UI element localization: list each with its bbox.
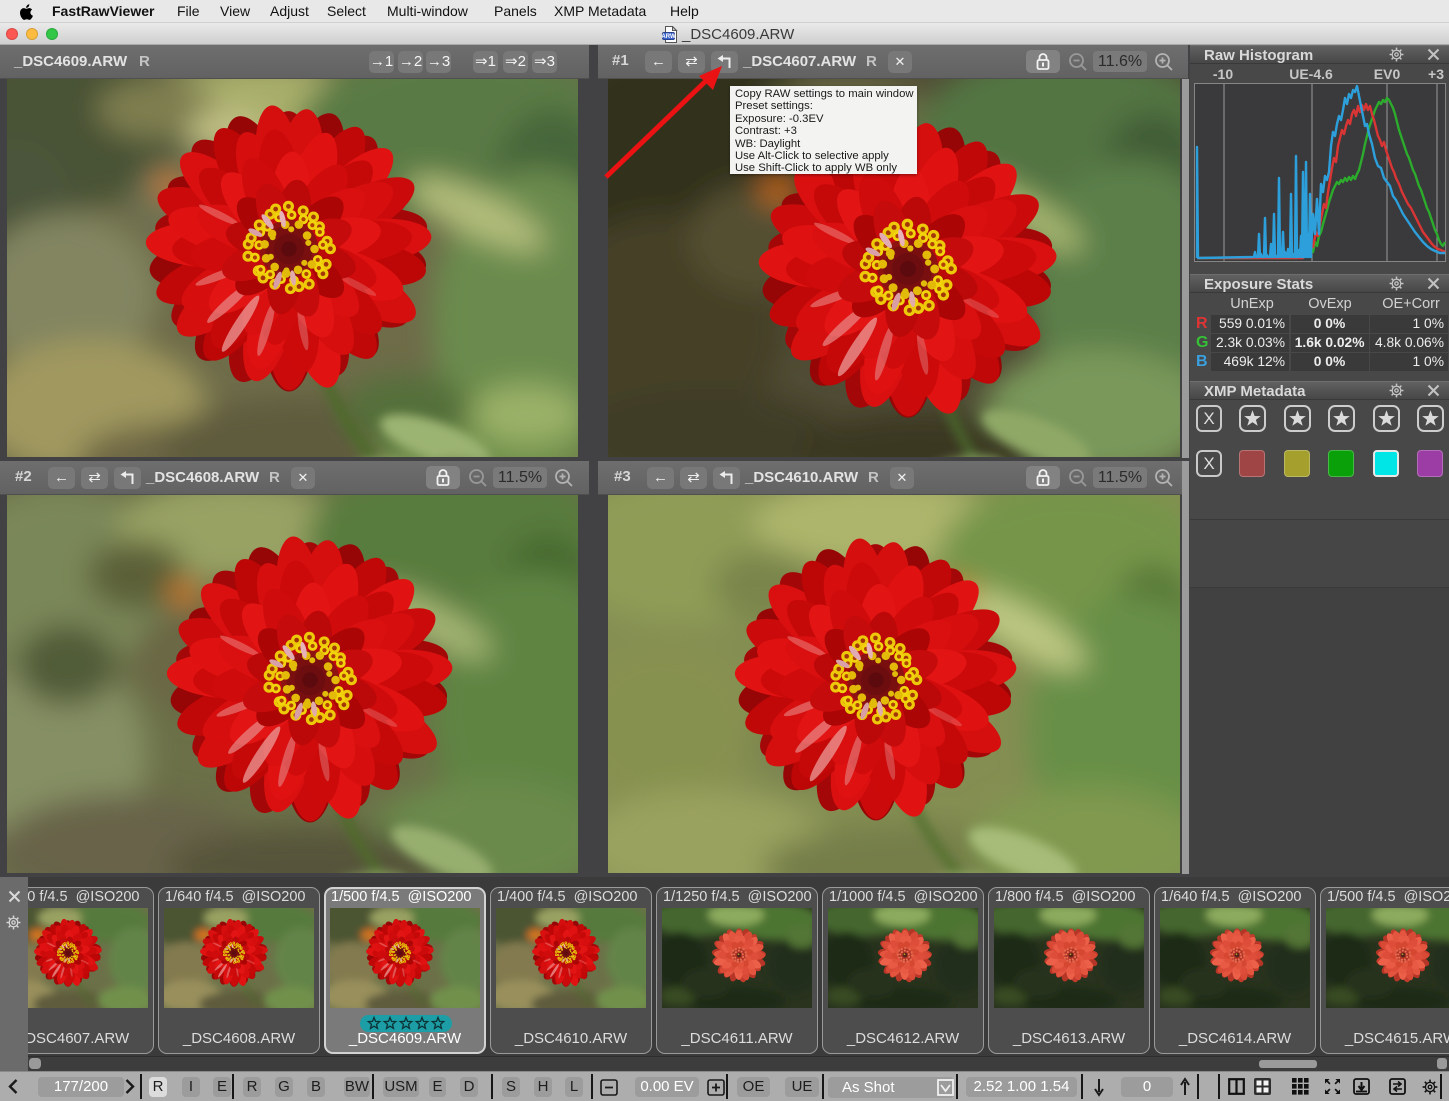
svg-text:ARW: ARW <box>662 34 676 40</box>
